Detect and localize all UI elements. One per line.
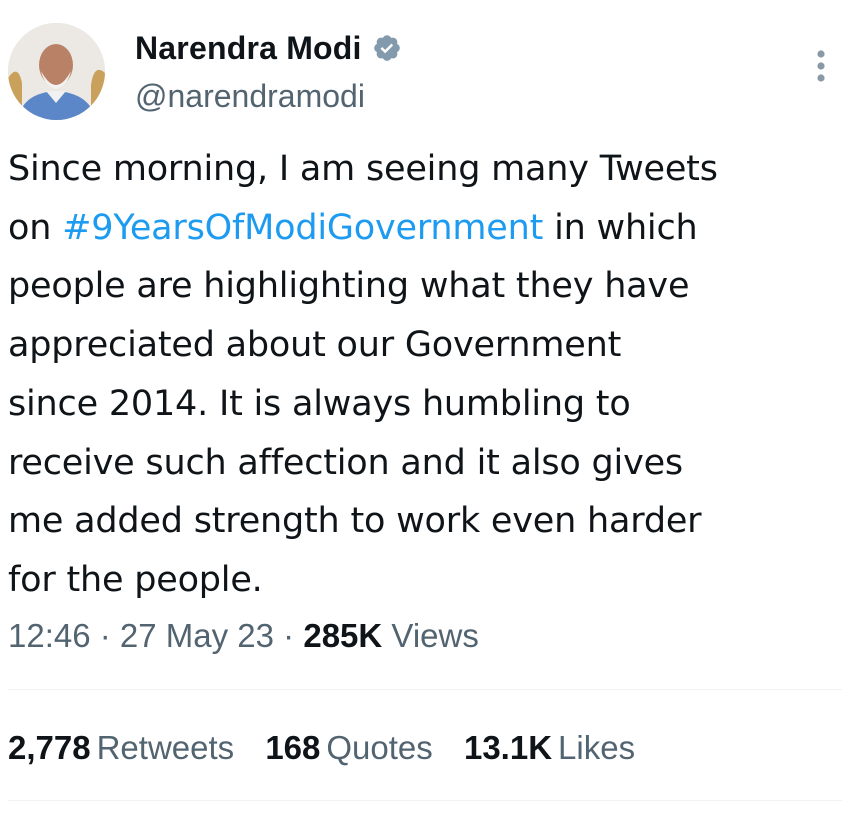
tweet-date[interactable]: 27 May 23 — [120, 617, 274, 654]
quotes-stat[interactable]: 168 Quotes — [265, 726, 432, 770]
author-name-row[interactable]: Narendra Modi — [135, 28, 402, 68]
tweet-line: me added strength to work even harder — [8, 501, 702, 542]
views-label: Views — [391, 617, 479, 654]
tweet-line: on #9YearsOfModiGovernment in which — [8, 207, 698, 248]
divider — [8, 800, 842, 801]
tweet-line: people are highlighting what they have — [8, 266, 690, 307]
author-name[interactable]: Narendra Modi — [135, 28, 362, 68]
divider — [8, 689, 842, 690]
likes-stat[interactable]: 13.1K Likes — [464, 726, 635, 770]
retweets-stat[interactable]: 2,778 Retweets — [8, 726, 234, 770]
tweet-line: since 2014. It is always humbling to — [8, 383, 631, 424]
tweet-line: for the people. — [8, 559, 263, 600]
author-handle[interactable]: @narendramodi — [135, 76, 365, 116]
more-options-icon[interactable] — [806, 46, 836, 86]
hashtag-link[interactable]: #9YearsOfModiGovernment — [62, 208, 543, 248]
tweet-text: Since morning, I am seeing many Tweets o… — [8, 140, 844, 610]
tweet-line: appreciated about our Government — [8, 325, 622, 366]
verified-badge-icon — [373, 35, 400, 61]
tweet-time[interactable]: 12:46 — [8, 617, 91, 654]
tweet-line: receive such affection and it also gives — [8, 442, 683, 483]
tweet-line: Since morning, I am seeing many Tweets — [8, 149, 718, 189]
avatar[interactable] — [8, 23, 105, 120]
views-count: 285K — [303, 617, 383, 654]
avatar-image — [8, 23, 105, 120]
tweet-meta: 12:46 · 27 May 23 · 285K Views — [8, 617, 479, 654]
engagement-stats: 2,778 Retweets 168 Quotes 13.1K Likes — [8, 726, 657, 770]
